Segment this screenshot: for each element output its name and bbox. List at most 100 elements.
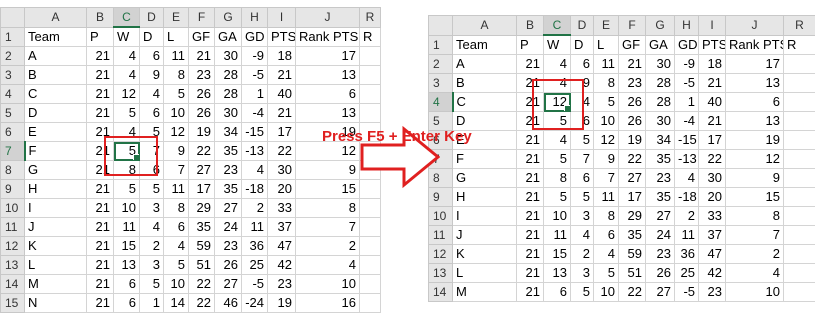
cell-e11[interactable]: 6 (593, 225, 619, 245)
cell-b1[interactable]: P (516, 34, 544, 55)
cell-b7[interactable]: 21 (86, 141, 114, 161)
cell-d1[interactable]: D (139, 26, 164, 47)
cell-j4[interactable]: 6 (725, 92, 784, 112)
cell-h2[interactable]: -9 (241, 46, 268, 66)
cell-j2[interactable]: 17 (295, 46, 360, 66)
cell-c15[interactable]: 6 (113, 293, 140, 313)
cell-c4[interactable]: 12 (543, 92, 571, 112)
cell-i6[interactable]: 17 (698, 130, 726, 150)
cell-j7[interactable]: 12 (725, 149, 784, 169)
select-all-corner[interactable] (428, 15, 453, 36)
cell-d7[interactable]: 7 (139, 141, 164, 161)
row-header[interactable]: 9 (0, 179, 25, 199)
cell-c1[interactable]: W (543, 34, 571, 55)
cell-b7[interactable]: 21 (516, 149, 544, 169)
cell-b9[interactable]: 21 (516, 187, 544, 207)
cell-f5[interactable]: 26 (618, 111, 646, 131)
cell-g11[interactable]: 24 (214, 217, 242, 237)
cell-a8[interactable]: G (24, 160, 87, 180)
cell-d6[interactable]: 5 (570, 130, 594, 150)
cell-j10[interactable]: 8 (295, 198, 360, 218)
column-header-h[interactable]: H (674, 15, 699, 36)
cell-a5[interactable]: D (24, 103, 87, 123)
cell-i1[interactable]: PTS (698, 34, 726, 55)
cell-e3[interactable]: 8 (163, 65, 189, 85)
cell-f11[interactable]: 35 (618, 225, 646, 245)
row-header[interactable]: 15 (0, 293, 25, 313)
cell-b3[interactable]: 21 (86, 65, 114, 85)
row-header[interactable]: 7 (0, 141, 26, 161)
column-header-r[interactable]: R (359, 7, 381, 28)
cell-g5[interactable]: 30 (214, 103, 242, 123)
cell-g8[interactable]: 23 (645, 168, 675, 188)
cell-j9[interactable]: 15 (295, 179, 360, 199)
cell-b6[interactable]: 21 (86, 122, 114, 142)
select-all-corner[interactable] (0, 7, 25, 28)
cell-g9[interactable]: 35 (214, 179, 242, 199)
cell-f13[interactable]: 51 (618, 263, 646, 283)
cell-r12[interactable] (359, 236, 381, 256)
cell-r10[interactable] (783, 206, 815, 226)
cell-d13[interactable]: 3 (139, 255, 164, 275)
cell-d8[interactable]: 6 (139, 160, 164, 180)
cell-e8[interactable]: 7 (163, 160, 189, 180)
cell-g2[interactable]: 30 (645, 54, 675, 74)
cell-g10[interactable]: 27 (645, 206, 675, 226)
cell-h12[interactable]: 36 (674, 244, 699, 264)
column-header-j[interactable]: J (725, 15, 784, 36)
cell-c8[interactable]: 8 (113, 160, 140, 180)
cell-c10[interactable]: 10 (543, 206, 571, 226)
cell-a2[interactable]: A (452, 54, 517, 74)
cell-f1[interactable]: GF (618, 34, 646, 55)
cell-d11[interactable]: 4 (139, 217, 164, 237)
cell-h12[interactable]: 36 (241, 236, 268, 256)
cell-h3[interactable]: -5 (241, 65, 268, 85)
cell-h3[interactable]: -5 (674, 73, 699, 93)
cell-i11[interactable]: 37 (698, 225, 726, 245)
cell-b8[interactable]: 21 (86, 160, 114, 180)
cell-b4[interactable]: 21 (86, 84, 114, 104)
cell-r15[interactable] (359, 293, 381, 313)
row-header[interactable]: 13 (428, 263, 453, 283)
cell-r9[interactable] (783, 187, 815, 207)
row-header[interactable]: 6 (0, 122, 25, 142)
row-header[interactable]: 1 (428, 34, 453, 55)
column-header-g[interactable]: G (214, 7, 242, 28)
cell-c12[interactable]: 15 (113, 236, 140, 256)
cell-g6[interactable]: 34 (214, 122, 242, 142)
cell-e8[interactable]: 7 (593, 168, 619, 188)
cell-c13[interactable]: 13 (543, 263, 571, 283)
cell-b2[interactable]: 21 (516, 54, 544, 74)
cell-d5[interactable]: 6 (139, 103, 164, 123)
column-header-h[interactable]: H (241, 7, 268, 28)
cell-c11[interactable]: 11 (113, 217, 140, 237)
cell-g1[interactable]: GA (645, 34, 675, 55)
cell-h9[interactable]: -18 (674, 187, 699, 207)
cell-a3[interactable]: B (24, 65, 87, 85)
cell-h6[interactable]: -15 (674, 130, 699, 150)
cell-a7[interactable]: F (24, 141, 87, 161)
cell-h4[interactable]: 1 (674, 92, 699, 112)
cell-a9[interactable]: H (452, 187, 517, 207)
cell-b2[interactable]: 21 (86, 46, 114, 66)
cell-h6[interactable]: -15 (241, 122, 268, 142)
cell-i8[interactable]: 30 (267, 160, 296, 180)
cell-g5[interactable]: 30 (645, 111, 675, 131)
row-header[interactable]: 9 (428, 187, 453, 207)
cell-r1[interactable]: R (359, 26, 381, 47)
column-header-i[interactable]: I (267, 7, 296, 28)
cell-i6[interactable]: 17 (267, 122, 296, 142)
cell-e10[interactable]: 8 (593, 206, 619, 226)
cell-r8[interactable] (783, 168, 815, 188)
cell-a14[interactable]: M (24, 274, 87, 294)
cell-f8[interactable]: 27 (618, 168, 646, 188)
cell-f5[interactable]: 26 (188, 103, 215, 123)
cell-d4[interactable]: 4 (570, 92, 594, 112)
row-header[interactable]: 14 (428, 282, 453, 302)
cell-a2[interactable]: A (24, 46, 87, 66)
cell-g14[interactable]: 27 (645, 282, 675, 302)
cell-j8[interactable]: 9 (295, 160, 360, 180)
cell-f12[interactable]: 59 (188, 236, 215, 256)
cell-f6[interactable]: 19 (188, 122, 215, 142)
cell-f2[interactable]: 21 (618, 54, 646, 74)
